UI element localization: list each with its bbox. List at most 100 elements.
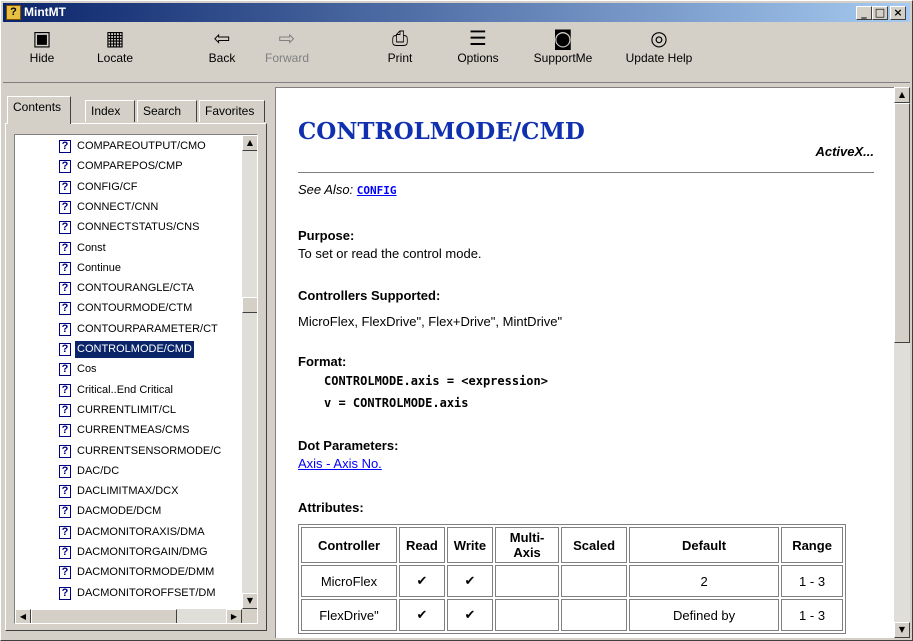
tab-index[interactable]: Index [85,100,135,122]
tree-item[interactable]: ? CURRENTLIMIT/CL [59,402,178,419]
supportme-button[interactable]: ◙ SupportMe [527,25,599,79]
tree-scroll-down-icon[interactable]: ▼ [242,593,257,609]
hide-button[interactable]: ▣ Hide [17,25,67,79]
table-cell [561,565,628,597]
tree-item[interactable]: ? COMPAREPOS/CMP [59,158,185,175]
toolbar-button-label: Locate [96,51,134,65]
tree-item-label: DACLIMITMAX/DCX [77,485,179,498]
print-icon: ⎙ [392,26,408,50]
table-row: FlexDrive" ✔ ✔ Defined by 1 - 3 [301,599,844,631]
tree-item[interactable]: ? DACLIMITMAX/DCX [59,483,180,500]
toolbar-button-label: Update Help [625,51,693,65]
attributes-table: Controller Read Write Multi-Axis Scaled Defau… [298,524,847,634]
print-button[interactable]: ⎙ Print [377,25,423,79]
tree-item[interactable]: ? CURRENTSENSORMODE/C [59,443,223,460]
see-also-config-link[interactable]: CONFIG [357,184,397,197]
contents-tree[interactable]: ? COMPAREOUTPUT/CMO? COMPAREPOS/CMP? CONFIG… [14,134,258,624]
table-header-cell: Multi-Axis [495,527,560,563]
table-header-row: Controller Read Write Multi-Axis Scaled Defau… [301,527,844,563]
close-button[interactable]: × [890,6,906,20]
attributes-title: Attributes: [298,500,364,515]
tree-item[interactable]: ? DACMONITORAXIS/DMA [59,524,207,541]
content-scroll-thumb[interactable] [894,103,910,343]
scroll-down-arrow-icon[interactable]: ▼ [894,622,910,638]
tree-item-label: DACMONITOROFFSET/DM [77,586,216,599]
tree-item[interactable]: ? CONFIG/CF [59,179,140,196]
tree-item-label: COMPAREOUTPUT/CMO [77,140,206,152]
tree-item-label: CONTOURPARAMETER/CT [77,322,218,335]
tree-item[interactable]: ? Critical..End Critical [59,382,175,399]
tree-vertical-thumb[interactable] [242,297,257,313]
tree-item[interactable]: ? DACMODE/DCM [59,503,163,520]
tree-item-label: Const [77,241,106,254]
tree-item[interactable]: ? CONTOURANGLE/CTA [59,280,196,297]
help-topic-icon: ? [59,363,71,377]
locate-button[interactable]: ▦ Locate [87,25,143,79]
tree-item[interactable]: ? CURRENTMEAS/CMS [59,422,191,439]
maximize-button[interactable]: □ [872,6,888,20]
activex-link[interactable]: ActiveX... [815,144,874,159]
content-scrollbar[interactable]: ▲ ▼ [894,87,910,638]
help-topic-icon: ? [59,160,71,174]
tree-item[interactable]: ? DACMONITOROFFSET/DM [59,585,218,602]
tab-favorites[interactable]: Favorites [199,100,265,122]
table-cell: 2 [629,565,780,597]
back-arrow-icon: ⇦ [213,26,231,50]
toolbar-button-label: Print [387,51,413,65]
tree-scroll-up-icon[interactable]: ▲ [242,135,257,151]
title-bar[interactable]: ? MintMT _ □ × [3,3,910,22]
tree-item[interactable]: ? DACMONITORMODE/DMM [59,564,216,581]
back-button[interactable]: ⇦ Back [199,25,245,79]
tree-item-label: DACMONITORAXIS/DMA [77,525,205,538]
table-cell: MicroFlex [301,565,397,597]
tree-item-label: Cos [77,363,97,376]
help-topic-icon: ? [59,322,71,336]
minimize-button[interactable]: _ [856,6,872,20]
axis-parameter-link[interactable]: Axis - Axis No. [298,456,382,471]
help-topic-icon: ? [59,444,71,458]
table-cell: 1 - 3 [781,565,844,597]
table-row: MicroFlex ✔ ✔ 2 1 - 3 [301,565,844,597]
tree-item[interactable]: ? COMPAREOUTPUT/CMO [59,138,208,155]
tree-item[interactable]: ? Continue [59,260,123,277]
table-cell: Defined by [629,599,780,631]
tree-item[interactable]: ? CONNECT/CNN [59,199,160,216]
scroll-up-arrow-icon[interactable]: ▲ [894,87,910,103]
tree-item-label: Continue [77,261,122,274]
tree-item[interactable]: ? Cos [59,361,99,378]
tree-scroll-right-icon[interactable]: ▶ [226,609,242,623]
tree-item[interactable]: ? CONNECTSTATUS/CNS [59,219,201,236]
purpose-title: Purpose: [298,228,355,243]
tree-item[interactable]: ? DAC/DC [59,463,121,480]
tab-contents[interactable]: Contents [7,96,71,124]
tree-vertical-scrollbar[interactable] [242,135,257,609]
tree-item[interactable]: ? CONTOURMODE/CTM [59,300,194,317]
table-body: MicroFlex ✔ ✔ 2 1 - 3 FlexDrive" ✔ ✔ Defined by 1… [301,565,844,631]
help-topic-icon: ? [59,180,71,194]
controllers-title: Controllers Supported: [298,288,441,303]
table-header-cell: Range [781,527,844,563]
tree-item[interactable]: ? DACMONITORGAIN/DMG [59,544,210,561]
options-button[interactable]: ☰ Options [449,25,507,79]
forward-button[interactable]: ⇨ Forward [259,25,315,79]
supportme-icon: ◙ [553,26,573,50]
help-topic-icon: ? [59,424,71,438]
tree-item[interactable]: ? CONTOURPARAMETER/CT [59,321,220,338]
tab-search[interactable]: Search [137,100,197,122]
table-cell: 1 - 3 [781,599,844,631]
tree-scroll-left-icon[interactable]: ◀ [15,609,31,623]
purpose-text: To set or read the control mode. [298,246,482,261]
help-topic-icon: ? [59,282,71,296]
table-cell [561,599,628,631]
help-topic-icon: ? [59,525,71,539]
update-help-button[interactable]: ◎ Update Help [613,25,705,79]
format-title: Format: [298,354,347,369]
tree-horizontal-thumb[interactable] [31,609,177,623]
table-cell [495,599,560,631]
tree-item[interactable]: ? CONTROLMODE/CMD [59,340,195,359]
table-cell: ✔ [399,599,445,631]
scroll-corner [242,609,257,623]
tree-item-label: COMPAREPOS/CMP [77,160,183,173]
table-cell: ✔ [399,565,445,597]
tree-item[interactable]: ? Const [59,240,108,257]
